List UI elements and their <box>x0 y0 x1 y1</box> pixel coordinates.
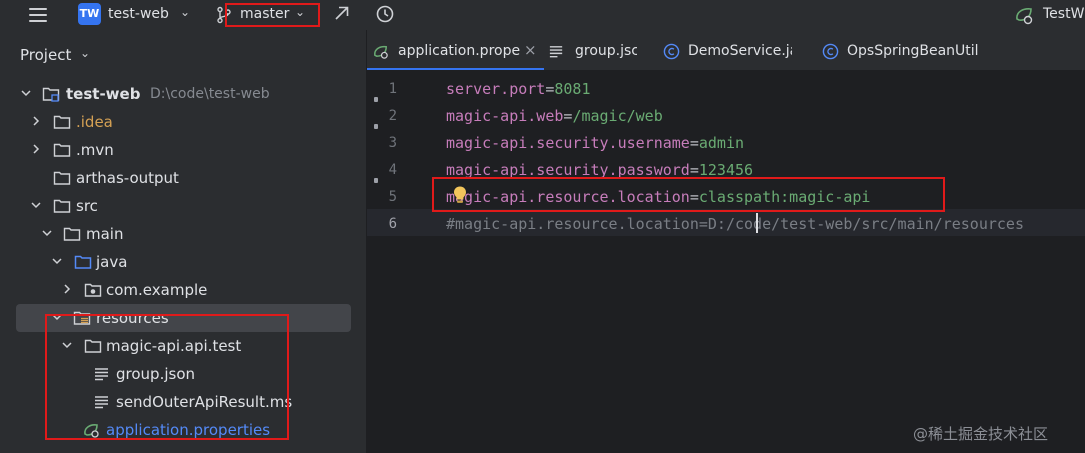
tree-item-partial <box>60 446 100 453</box>
main-toolbar: TW test-web ⌄ master ⌄ TestW <box>0 0 1085 30</box>
tab-label: group.jsc <box>575 43 637 59</box>
gutter-marker <box>374 178 378 183</box>
tab-label: DemoService.ja <box>688 43 792 59</box>
code-line-1: server.port=8081 <box>446 80 591 98</box>
folder-icon <box>63 227 81 241</box>
tree-item-test-web[interactable]: test-web D:\code\test-web <box>0 80 366 108</box>
tab-label: application.prope <box>398 43 521 59</box>
spring-run-config-icon[interactable] <box>1014 5 1036 25</box>
resources-highlight-box <box>45 314 289 440</box>
tree-item-label: arthas-output <box>76 169 179 187</box>
chevron-down-icon[interactable] <box>51 255 63 267</box>
property-key: magic-api.security.username <box>446 134 690 152</box>
text-file-icon <box>549 46 563 58</box>
chevron-right-icon[interactable] <box>61 283 73 295</box>
tree-item-main[interactable]: main <box>0 220 366 248</box>
line-number: 1 <box>388 81 397 97</box>
line-number: 6 <box>388 216 397 232</box>
tab-demo-service[interactable]: DemoService.ja <box>663 30 799 70</box>
tree-item-label: main <box>86 225 124 243</box>
folder-icon <box>53 143 71 157</box>
folder-icon <box>53 171 71 185</box>
property-key: server.port <box>446 80 546 98</box>
class-icon <box>822 43 839 60</box>
line-number: 2 <box>388 108 397 124</box>
property-value: admin <box>698 134 745 152</box>
chevron-down-icon[interactable] <box>41 227 53 239</box>
folder-icon <box>53 115 71 129</box>
chevron-right-icon[interactable] <box>30 115 42 127</box>
source-folder-icon <box>74 255 92 269</box>
tree-item-label: .idea <box>76 113 113 131</box>
chevron-down-icon[interactable]: ⌄ <box>180 5 190 19</box>
branch-selector[interactable]: master <box>240 6 289 22</box>
chevron-down-icon[interactable] <box>20 87 32 99</box>
module-folder-icon <box>42 87 60 102</box>
resource-location-highlight-box <box>432 177 945 212</box>
gutter-marker <box>374 124 378 129</box>
tree-item-path: D:\code\test-web <box>150 86 270 102</box>
project-name[interactable]: test-web <box>108 6 169 22</box>
code-editor[interactable]: 1 2 3 4 5 6 server.port=8081 magic-api.w… <box>367 72 1085 453</box>
code-line-2: magic-api.web=/magic/web <box>446 107 663 125</box>
tree-item-com-example[interactable]: com.example <box>0 276 366 304</box>
main-menu-icon[interactable] <box>27 4 49 26</box>
spring-properties-icon <box>374 45 388 59</box>
class-icon <box>663 43 680 60</box>
tree-item-label: com.example <box>106 281 208 299</box>
chevron-down-icon[interactable]: ⌄ <box>80 46 90 60</box>
tree-item-label: .mvn <box>76 141 114 159</box>
line-number: 3 <box>388 135 397 151</box>
comment-text: #magic-api.resource.location=D:/code/tes… <box>446 215 1024 233</box>
tab-application-properties[interactable]: application.prope × <box>367 30 544 70</box>
tab-group-json[interactable]: group.jsc <box>548 30 643 70</box>
active-tab-indicator <box>367 68 544 70</box>
tree-item-idea[interactable]: .idea <box>0 108 366 136</box>
code-line-3: magic-api.security.username=admin <box>446 134 744 152</box>
watermark: @稀土掘金技术社区 <box>913 425 1049 443</box>
gutter-marker <box>374 97 378 102</box>
chevron-right-icon[interactable] <box>30 143 42 155</box>
property-value: /magic/web <box>572 107 663 125</box>
property-value: 8081 <box>554 80 591 98</box>
tab-ops-spring-bean-util[interactable]: OpsSpringBeanUtil <box>822 30 1002 70</box>
folder-icon <box>53 199 71 213</box>
history-clock-icon[interactable] <box>375 4 395 24</box>
tree-item-src[interactable]: src <box>0 192 366 220</box>
panel-title[interactable]: Project <box>20 46 71 64</box>
tree-item-label: test-web <box>66 85 141 103</box>
line-number: 5 <box>388 189 397 205</box>
run-configuration-selector[interactable]: TestW <box>1043 6 1084 22</box>
arrow-up-right-icon[interactable] <box>333 4 351 22</box>
text-cursor <box>756 213 758 233</box>
close-icon[interactable]: × <box>524 41 537 59</box>
tree-item-label: src <box>76 197 98 215</box>
tree-item-mvn[interactable]: .mvn <box>0 136 366 164</box>
equals-sign: = <box>689 134 699 152</box>
tree-item-arthas-output[interactable]: arthas-output <box>0 164 366 192</box>
editor-tab-bar: application.prope × group.jsc DemoServic… <box>367 30 1085 71</box>
tree-item-java[interactable]: java <box>0 248 366 276</box>
chevron-down-icon[interactable] <box>30 199 42 211</box>
project-badge[interactable]: TW <box>78 3 101 25</box>
line-number: 4 <box>388 162 397 178</box>
tree-item-label: java <box>96 253 128 271</box>
code-line-6: #magic-api.resource.location=D:/code/tes… <box>446 215 1024 233</box>
chevron-down-icon[interactable]: ⌄ <box>295 5 305 19</box>
property-key: magic-api.web <box>446 107 564 125</box>
package-icon <box>84 283 102 297</box>
tab-label: OpsSpringBeanUtil <box>847 43 979 59</box>
